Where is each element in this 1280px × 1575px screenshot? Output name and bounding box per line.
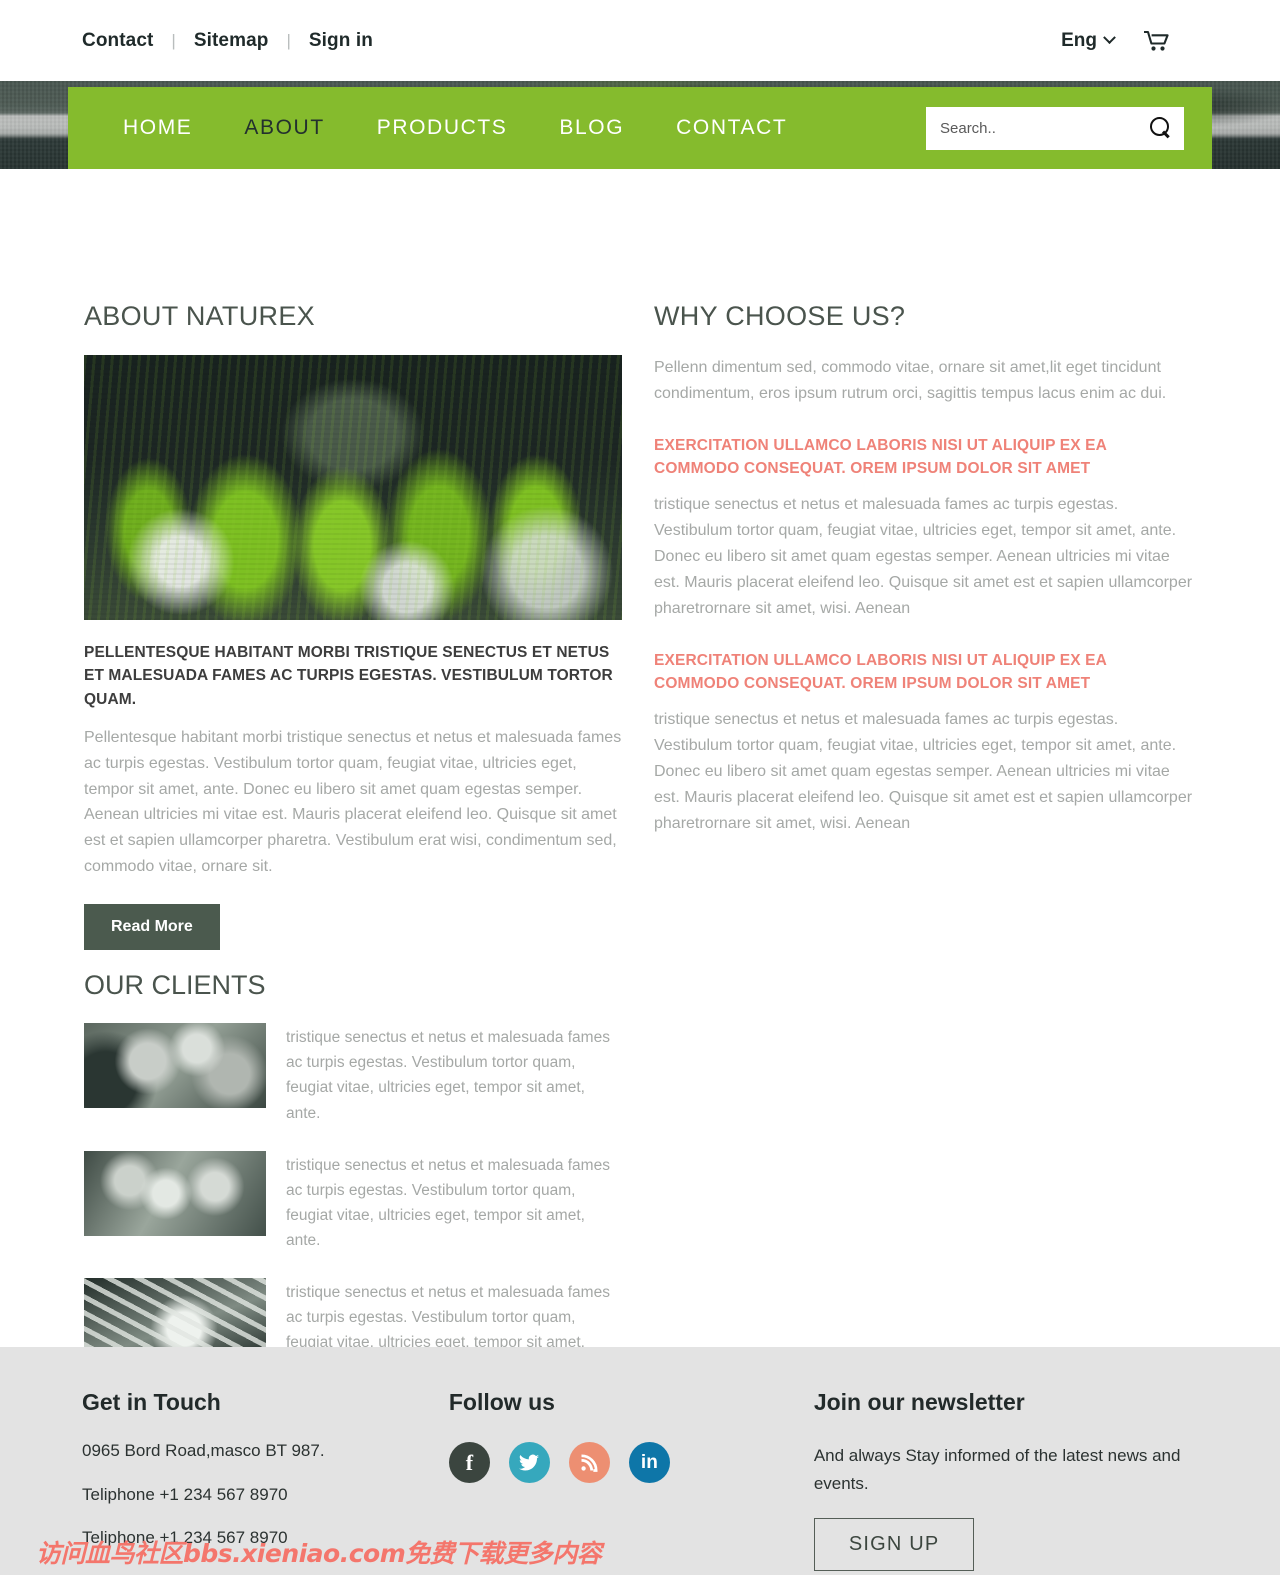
shopping-cart-icon[interactable] — [1144, 30, 1170, 52]
language-selector[interactable]: Eng — [1061, 29, 1116, 52]
twitter-icon[interactable] — [508, 1442, 550, 1483]
footer-phone-2: Teliphone +1 234 567 8970 — [82, 1528, 288, 1548]
top-link-signin[interactable]: Sign in — [309, 30, 373, 52]
search-input[interactable] — [940, 119, 1150, 137]
nav-item-contact[interactable]: CONTACT — [676, 116, 787, 140]
footer-newsletter-column: Join our newsletter And always Stay info… — [813, 1389, 1200, 1575]
nav-item-about[interactable]: ABOUT — [244, 116, 324, 140]
top-link-sitemap[interactable]: Sitemap — [194, 30, 269, 52]
top-utility-bar: Contact | Sitemap | Sign in Eng — [0, 0, 1280, 81]
site-footer: Get in Touch 0965 Bord Road,masco BT 987… — [0, 1347, 1280, 1575]
client-description-1: tristique senectus et netus et malesuada… — [286, 1029, 610, 1122]
social-links: f in — [448, 1442, 814, 1483]
rss-icon[interactable] — [568, 1442, 610, 1483]
about-article-title: PELLENTESQUE HABITANT MORBI TRISTIQUE SE… — [84, 644, 613, 708]
main-navigation-bar: HOME ABOUT PRODUCTS BLOG CONTACT — [68, 87, 1212, 169]
client-description-2: tristique senectus et netus et malesuada… — [286, 1156, 610, 1249]
top-links: Contact | Sitemap | Sign in — [82, 30, 373, 52]
top-right-controls: Eng — [1061, 30, 1170, 52]
footer-follow-column: Follow us f in — [448, 1389, 814, 1575]
nav-item-blog[interactable]: BLOG — [559, 116, 624, 140]
main-nav-wrapper: HOME ABOUT PRODUCTS BLOG CONTACT — [0, 87, 1280, 251]
about-feature-image — [84, 355, 622, 620]
nav-item-home[interactable]: HOME — [123, 116, 192, 140]
footer-contact-column: Get in Touch 0965 Bord Road,masco BT 987… — [82, 1389, 449, 1575]
why-block-title-1: EXERCITATION ULLAMCO LABORIS NISI UT ALI… — [654, 436, 1107, 478]
main-content: ABOUT NATUREX PELLENTESQUE HABITANT MORB… — [0, 251, 1280, 1406]
nav-item-products[interactable]: PRODUCTS — [377, 116, 508, 140]
top-separator-1: | — [171, 30, 176, 50]
read-more-button[interactable]: Read More — [84, 904, 220, 951]
search-box — [926, 106, 1184, 150]
chevron-down-icon — [1103, 31, 1116, 45]
language-label: Eng — [1061, 29, 1097, 51]
footer-phone-1: Teliphone +1 234 567 8970 — [82, 1484, 288, 1504]
linkedin-icon[interactable]: in — [628, 1442, 670, 1483]
facebook-icon[interactable]: f — [448, 1442, 490, 1483]
list-item: tristique senectus et netus et malesuada… — [84, 1023, 622, 1125]
why-block-body-2: tristique senectus et netus et malesuada… — [654, 711, 1193, 832]
clients-heading: OUR CLIENTS — [84, 970, 266, 1001]
about-article-body: Pellentesque habitant morbi tristique se… — [84, 728, 622, 876]
page-root: Contact | Sitemap | Sign in Eng HOME ABO… — [0, 0, 1280, 1575]
footer-newsletter-heading: Join our newsletter — [813, 1389, 1025, 1415]
footer-contact-heading: Get in Touch — [82, 1389, 221, 1415]
footer-follow-heading: Follow us — [448, 1389, 555, 1415]
why-block-title-2: EXERCITATION ULLAMCO LABORIS NISI UT ALI… — [654, 651, 1107, 693]
sign-up-button[interactable]: SIGN UP — [813, 1518, 975, 1572]
search-icon[interactable] — [1150, 117, 1172, 139]
why-choose-us-column: WHY CHOOSE US? Pellenn dimentum sed, com… — [654, 251, 1194, 1406]
top-separator-2: | — [286, 30, 291, 50]
footer-newsletter-text: And always Stay informed of the latest n… — [813, 1446, 1181, 1494]
about-heading: ABOUT NATUREX — [84, 301, 315, 331]
top-link-contact[interactable]: Contact — [82, 30, 153, 52]
client-thumbnail-1 — [84, 1023, 266, 1109]
why-intro-text: Pellenn dimentum sed, commodo vitae, orn… — [654, 359, 1167, 402]
why-block-body-1: tristique senectus et netus et malesuada… — [654, 496, 1193, 617]
about-column: ABOUT NATUREX PELLENTESQUE HABITANT MORB… — [84, 251, 622, 1406]
why-heading: WHY CHOOSE US? — [654, 301, 906, 331]
client-thumbnail-2 — [84, 1150, 266, 1236]
main-nav-links: HOME ABOUT PRODUCTS BLOG CONTACT — [123, 116, 787, 140]
footer-address: 0965 Bord Road,masco BT 987. — [82, 1441, 325, 1460]
list-item: tristique senectus et netus et malesuada… — [84, 1150, 622, 1253]
